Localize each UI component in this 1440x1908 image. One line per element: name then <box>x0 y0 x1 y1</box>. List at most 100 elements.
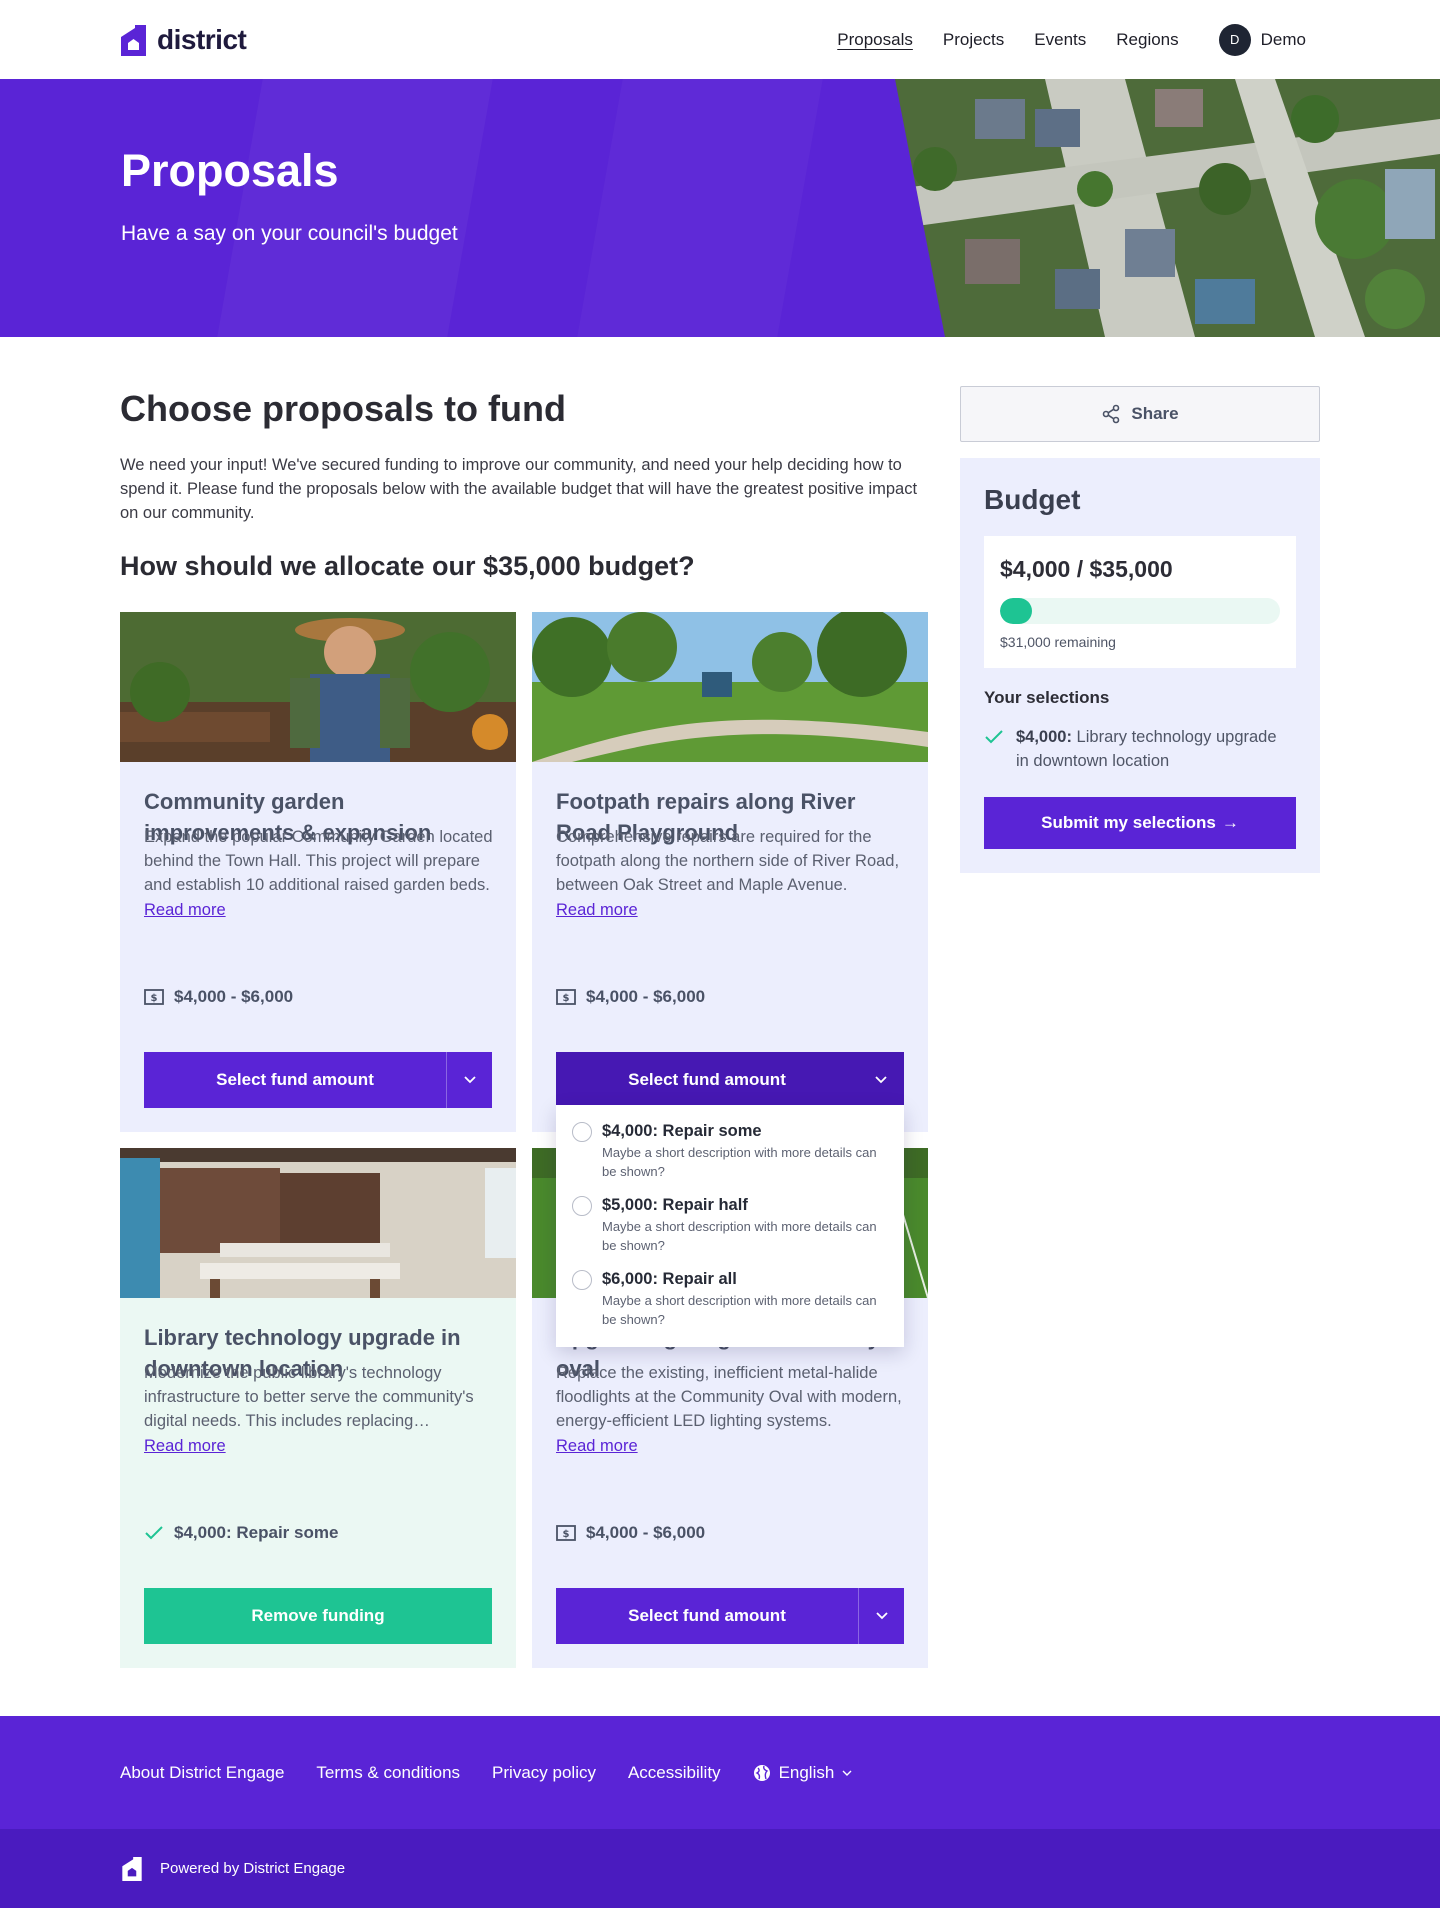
footer-link-accessibility[interactable]: Accessibility <box>628 1763 721 1783</box>
svg-text:$: $ <box>563 1529 570 1540</box>
select-fund-amount-button[interactable]: Select fund amount <box>556 1588 904 1644</box>
playground-image <box>532 612 928 762</box>
select-fund-amount-button[interactable]: Select fund amount <box>144 1052 492 1108</box>
fund-amount-dropdown: $4,000: Repair some Maybe a short descri… <box>556 1105 904 1347</box>
fund-range: $ $4,000 - $6,000 <box>556 1523 705 1543</box>
fund-range: $ $4,000 - $6,000 <box>144 987 293 1007</box>
budget-summary: $4,000 / $35,000 $31,000 remaining <box>984 536 1296 668</box>
nav-regions[interactable]: Regions <box>1116 30 1178 50</box>
read-more-link[interactable]: Read more <box>556 1437 638 1456</box>
proposal-card-library: Library technology upgrade in downtown l… <box>120 1148 516 1668</box>
main-nav: Proposals Projects Events Regions D Demo <box>837 0 1306 79</box>
user-menu[interactable]: D Demo <box>1218 23 1306 56</box>
allocation-heading: How should we allocate our $35,000 budge… <box>120 551 695 581</box>
read-more-link[interactable]: Read more <box>144 1437 226 1456</box>
powered-by-text: Powered by District Engage <box>160 1860 346 1877</box>
check-icon <box>145 1526 163 1540</box>
hero-stripe <box>217 79 493 337</box>
radio-button[interactable] <box>572 1270 592 1290</box>
gardener-image <box>120 612 516 762</box>
hero-stripe <box>577 79 822 337</box>
language-label: English <box>778 1762 835 1782</box>
selection-text: $4,000: Library technology upgrade in do… <box>1016 725 1284 773</box>
option-label: $5,000: Repair half <box>602 1196 748 1214</box>
fund-option-repair-all[interactable]: $6,000: Repair all Maybe a short descrip… <box>556 1269 904 1343</box>
fund-option-repair-half[interactable]: $5,000: Repair half Maybe a short descri… <box>556 1195 904 1269</box>
share-label: Share <box>1131 404 1179 423</box>
language-selector[interactable]: English <box>753 1763 853 1783</box>
brand-logo[interactable]: district <box>118 24 247 56</box>
chevron-down-icon[interactable] <box>858 1052 904 1108</box>
intro-text: We need your input! We've secured fundin… <box>120 456 918 522</box>
option-description: Maybe a short description with more deta… <box>602 1219 877 1253</box>
money-icon: $ <box>556 1525 576 1541</box>
avatar: D <box>1218 23 1251 56</box>
library-image <box>120 1148 516 1298</box>
selected-amount-text: $4,000: Repair some <box>174 1523 339 1542</box>
nav-projects[interactable]: Projects <box>943 30 1004 50</box>
selection-item: $4,000: Library technology upgrade in do… <box>984 725 1284 773</box>
fund-range-text: $4,000 - $6,000 <box>586 1523 706 1542</box>
chevron-down-icon[interactable] <box>446 1052 492 1108</box>
option-description: Maybe a short description with more deta… <box>602 1293 877 1327</box>
svg-text:$: $ <box>563 993 570 1004</box>
powered-by: Powered by District Engage <box>120 1829 345 1908</box>
nav-events[interactable]: Events <box>1034 30 1086 50</box>
proposal-card-footpath: Footpath repairs along River Road Playgr… <box>532 612 928 1132</box>
nav-proposals[interactable]: Proposals <box>837 30 913 50</box>
proposal-card-garden: Community garden improvements & expansio… <box>120 612 516 1132</box>
section-title: Choose proposals to fund <box>120 388 566 429</box>
chevron-down-icon[interactable] <box>858 1588 904 1644</box>
money-icon: $ <box>556 989 576 1005</box>
chevron-down-icon <box>842 1770 852 1776</box>
budget-amount: $4,000 / $35,000 <box>1000 556 1173 582</box>
logo-house-icon <box>121 24 146 56</box>
budget-remaining: $31,000 remaining <box>1000 634 1116 650</box>
fund-range-text: $4,000 - $6,000 <box>586 987 706 1006</box>
selected-amount: $4,000: Repair some <box>144 1523 338 1543</box>
budget-progress-fill <box>1000 598 1032 624</box>
hero-banner: Proposals Have a say on your council's b… <box>0 79 1440 337</box>
budget-title: Budget <box>984 484 1081 515</box>
logo-house-icon <box>122 1856 142 1881</box>
option-description: Maybe a short description with more deta… <box>602 1145 877 1179</box>
selections-heading: Your selections <box>984 688 1110 707</box>
globe-icon <box>753 1764 770 1781</box>
radio-button[interactable] <box>572 1122 592 1142</box>
page-subtitle: Have a say on your council's budget <box>121 222 458 245</box>
fund-range-text: $4,000 - $6,000 <box>174 987 294 1006</box>
user-name: Demo <box>1260 29 1306 49</box>
proposal-description: Replace the existing, inefficient metal-… <box>556 1364 902 1430</box>
read-more-link[interactable]: Read more <box>144 901 226 920</box>
option-label: $6,000: Repair all <box>602 1270 737 1288</box>
fund-option-repair-some[interactable]: $4,000: Repair some Maybe a short descri… <box>556 1121 904 1195</box>
share-icon <box>1103 404 1120 424</box>
select-fund-label: Select fund amount <box>628 1070 786 1089</box>
proposal-description: Expand the popular Community Garden loca… <box>144 828 493 894</box>
footer: About District Engage Terms & conditions… <box>0 1716 1440 1829</box>
read-more-link[interactable]: Read more <box>556 901 638 920</box>
budget-panel: Budget $4,000 / $35,000 $31,000 remainin… <box>960 458 1320 873</box>
radio-button[interactable] <box>572 1196 592 1216</box>
footer-link-about[interactable]: About District Engage <box>120 1763 284 1783</box>
submit-selections-button[interactable]: Submit my selections → <box>984 797 1296 849</box>
footer-link-privacy[interactable]: Privacy policy <box>492 1763 596 1783</box>
select-fund-label: Select fund amount <box>216 1070 374 1089</box>
footer-links: About District Engage Terms & conditions… <box>120 1716 852 1829</box>
selection-amount: $4,000: <box>1016 728 1072 746</box>
aerial-neighbourhood-image <box>895 79 1440 337</box>
footer-bottom: Powered by District Engage <box>0 1829 1440 1908</box>
submit-label: Submit my selections <box>1041 813 1216 832</box>
option-label: $4,000: Repair some <box>602 1122 762 1140</box>
top-header: district Proposals Projects Events Regio… <box>0 0 1440 79</box>
select-fund-amount-button-open[interactable]: Select fund amount <box>556 1052 904 1108</box>
share-button[interactable]: Share <box>960 386 1320 442</box>
remove-funding-button[interactable]: Remove funding <box>144 1588 492 1644</box>
check-icon <box>985 730 1003 744</box>
proposal-description: Modernize the public library's technolog… <box>144 1364 474 1430</box>
select-fund-label: Select fund amount <box>628 1606 786 1625</box>
fund-range: $ $4,000 - $6,000 <box>556 987 705 1007</box>
footer-link-terms[interactable]: Terms & conditions <box>316 1763 460 1783</box>
arrow-right-icon: → <box>1221 813 1239 832</box>
money-icon: $ <box>144 989 164 1005</box>
